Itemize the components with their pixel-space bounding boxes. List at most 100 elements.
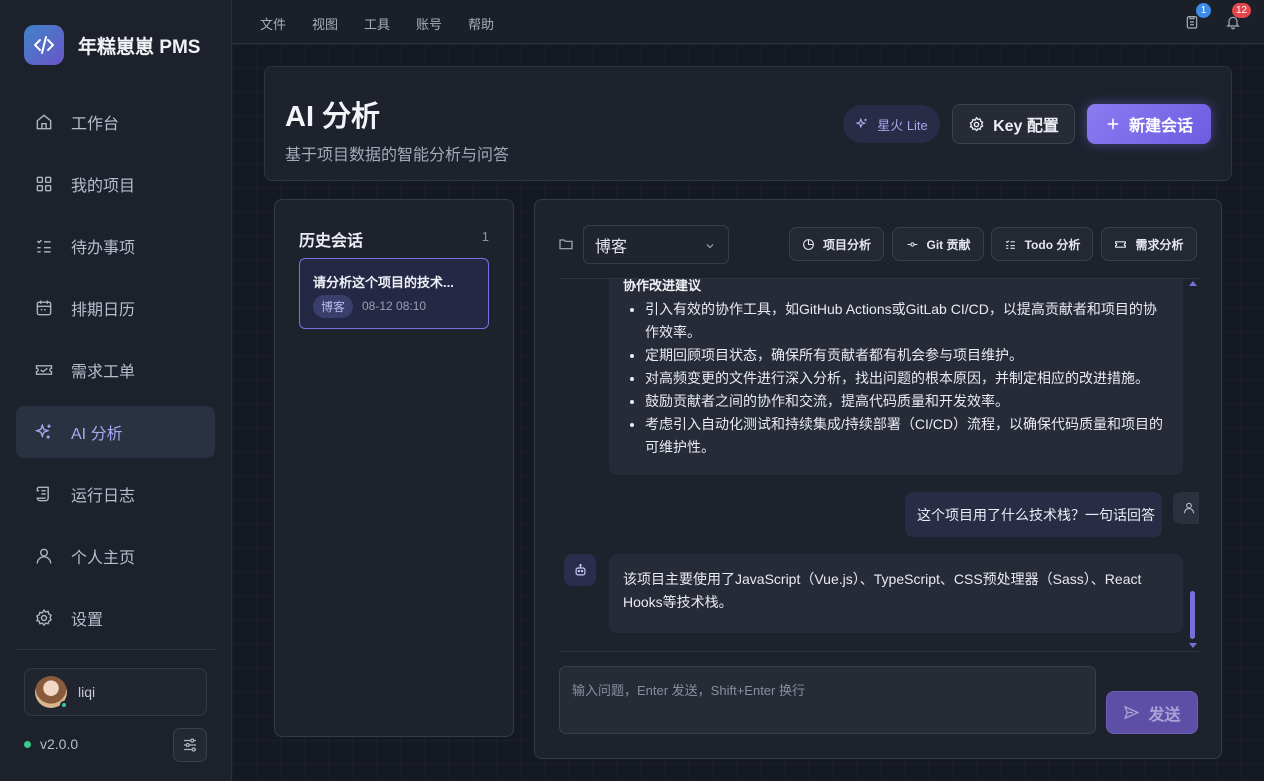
sidebar-divider bbox=[16, 649, 215, 650]
plus-icon bbox=[1105, 116, 1121, 132]
menu-account[interactable]: 账号 bbox=[416, 14, 442, 33]
online-status-dot bbox=[60, 701, 68, 709]
sliders-button[interactable] bbox=[173, 728, 207, 762]
sidebar-item-ai-analysis[interactable]: AI 分析 bbox=[16, 406, 215, 458]
sidebar: 年糕崽崽 PMS 工作台 我的项目 待办事项 排期日历 需求工单 AI 分析 运… bbox=[0, 0, 232, 781]
new-session-button[interactable]: 新建会话 bbox=[1087, 104, 1211, 144]
history-item[interactable]: 请分析这个项目的技术... 博客 08-12 08:10 bbox=[299, 258, 489, 329]
project-select-value: 博客 bbox=[595, 238, 628, 256]
clipboard-badge: 1 bbox=[1196, 3, 1211, 18]
send-button[interactable]: 发送 bbox=[1106, 691, 1198, 734]
scroll-down-arrow-icon[interactable] bbox=[1189, 643, 1197, 648]
sidebar-item-tickets[interactable]: 需求工单 bbox=[16, 344, 215, 396]
calendar-icon bbox=[34, 298, 54, 318]
page-title: AI 分析 bbox=[285, 101, 381, 133]
pie-chart-icon bbox=[802, 238, 815, 251]
requirement-analysis-button[interactable]: 需求分析 bbox=[1101, 227, 1197, 261]
menu-tools[interactable]: 工具 bbox=[364, 14, 390, 33]
version-label: v2.0.0 bbox=[40, 736, 79, 752]
list-item: 引入有效的协作工具，如GitHub Actions或GitLab CI/CD，以… bbox=[645, 298, 1165, 344]
status-dot bbox=[24, 740, 31, 748]
history-title: 历史会话 bbox=[299, 233, 364, 250]
page-subtitle: 基于项目数据的智能分析与问答 bbox=[285, 147, 510, 164]
git-contribution-button[interactable]: Git 贡献 bbox=[892, 227, 984, 261]
user-card[interactable]: liqi bbox=[24, 668, 207, 716]
sidebar-item-label: 个人主页 bbox=[71, 550, 136, 567]
sidebar-item-calendar[interactable]: 排期日历 bbox=[16, 282, 215, 334]
scroll-up-arrow-icon[interactable] bbox=[1189, 281, 1197, 286]
project-analysis-button[interactable]: 项目分析 bbox=[789, 227, 884, 261]
app-name: 年糕崽崽 PMS bbox=[78, 36, 201, 58]
key-config-label: Key 配置 bbox=[993, 118, 1059, 135]
home-icon bbox=[34, 112, 54, 132]
history-panel: 历史会话 1 请分析这个项目的技术... 博客 08-12 08:10 bbox=[274, 199, 514, 737]
sidebar-item-profile[interactable]: 个人主页 bbox=[16, 530, 215, 582]
gear-icon bbox=[34, 608, 54, 628]
key-config-button[interactable]: Key 配置 bbox=[952, 104, 1075, 144]
menu-file[interactable]: 文件 bbox=[260, 14, 286, 33]
grid-icon bbox=[34, 174, 54, 194]
gear-icon bbox=[968, 116, 985, 133]
sidebar-item-logs[interactable]: 运行日志 bbox=[16, 468, 215, 520]
sidebar-item-label: 我的项目 bbox=[71, 178, 136, 195]
message-list[interactable]: 协作改进建议 引入有效的协作工具，如GitHub Actions或GitLab … bbox=[559, 279, 1199, 650]
sidebar-item-todos[interactable]: 待办事项 bbox=[16, 220, 215, 272]
send-icon bbox=[1123, 704, 1141, 721]
sidebar-item-label: 设置 bbox=[71, 612, 104, 629]
new-session-label: 新建会话 bbox=[1128, 118, 1193, 135]
scrollbar-thumb[interactable] bbox=[1190, 591, 1195, 639]
sidebar-item-label: 待办事项 bbox=[71, 240, 136, 257]
menu-view[interactable]: 视图 bbox=[312, 14, 338, 33]
sidebar-nav: 工作台 我的项目 待办事项 排期日历 需求工单 AI 分析 运行日志 个人主页 bbox=[16, 96, 215, 654]
todo-analysis-button[interactable]: Todo 分析 bbox=[991, 227, 1093, 261]
chat-input[interactable] bbox=[559, 666, 1096, 734]
sidebar-item-workbench[interactable]: 工作台 bbox=[16, 96, 215, 148]
project-select[interactable]: 博客 bbox=[583, 225, 729, 264]
sidebar-item-label: 运行日志 bbox=[71, 488, 136, 505]
history-item-title: 请分析这个项目的技术... bbox=[313, 275, 454, 290]
list-item: 对高频变更的文件进行深入分析，找出问题的根本原因，并制定相应的改进措施。 bbox=[645, 367, 1165, 390]
folder-icon bbox=[558, 236, 574, 257]
user-name: liqi bbox=[78, 684, 96, 700]
git-contribution-label: Git 贡献 bbox=[926, 237, 971, 252]
sidebar-item-label: AI 分析 bbox=[71, 426, 123, 443]
ticket-icon bbox=[1114, 238, 1127, 251]
sidebar-item-label: 工作台 bbox=[71, 116, 120, 133]
model-label: 星火 Lite bbox=[877, 117, 928, 133]
bot-answer: 该项目主要使用了JavaScript（Vue.js）、TypeScript、CS… bbox=[623, 571, 1142, 610]
notification-badge: 12 bbox=[1232, 3, 1252, 18]
menubar: 文件 视图 工具 账号 帮助 1 12 bbox=[232, 0, 1264, 44]
history-item-time: 08-12 08:10 bbox=[362, 299, 427, 313]
project-tag: 博客 bbox=[313, 295, 354, 318]
send-label: 发送 bbox=[1148, 706, 1181, 724]
todo-analysis-label: Todo 分析 bbox=[1024, 237, 1081, 252]
sidebar-item-settings[interactable]: 设置 bbox=[16, 592, 215, 644]
history-count: 1 bbox=[481, 229, 489, 244]
code-logo-icon bbox=[24, 25, 64, 65]
user-icon bbox=[34, 546, 54, 566]
model-badge[interactable]: 星火 Lite bbox=[843, 105, 940, 143]
suggestion-list: 引入有效的协作工具，如GitHub Actions或GitLab CI/CD，以… bbox=[645, 298, 1165, 459]
sidebar-item-label: 排期日历 bbox=[71, 302, 136, 319]
sidebar-item-label: 需求工单 bbox=[71, 364, 136, 381]
page-header: AI 分析 基于项目数据的智能分析与问答 星火 Lite Key 配置 新建会话 bbox=[264, 66, 1232, 181]
chevron-down-icon bbox=[704, 239, 716, 257]
list-item: 定期回顾项目状态，确保所有贡献者都有机会参与项目维护。 bbox=[645, 344, 1165, 367]
sidebar-item-my-projects[interactable]: 我的项目 bbox=[16, 158, 215, 210]
ticket-icon bbox=[34, 360, 54, 380]
list-item: 鼓励贡献者之间的协作和交流，提高代码质量和开发效率。 bbox=[645, 390, 1165, 413]
sliders-icon bbox=[184, 738, 196, 752]
menu-help[interactable]: 帮助 bbox=[468, 14, 494, 33]
git-commit-icon bbox=[906, 238, 919, 251]
version-indicator: v2.0.0 bbox=[24, 736, 78, 752]
input-divider bbox=[559, 651, 1199, 652]
sparkles-icon bbox=[34, 422, 54, 442]
project-analysis-label: 项目分析 bbox=[822, 237, 871, 252]
list-item: 考虑引入自动化测试和持续集成/持续部署（CI/CD）流程，以确保代码质量和项目的… bbox=[645, 413, 1165, 459]
user-message: 这个项目用了什么技术栈？一句话回答 bbox=[905, 492, 1162, 537]
requirement-analysis-label: 需求分析 bbox=[1135, 237, 1184, 252]
scroll-icon bbox=[34, 484, 54, 504]
brand[interactable]: 年糕崽崽 PMS bbox=[24, 25, 200, 65]
message-scrollbar[interactable] bbox=[1189, 281, 1197, 649]
chat-panel: 博客 项目分析 Git 贡献 Todo 分析 需求分析 协作改进建议 引入有效的… bbox=[534, 199, 1222, 759]
